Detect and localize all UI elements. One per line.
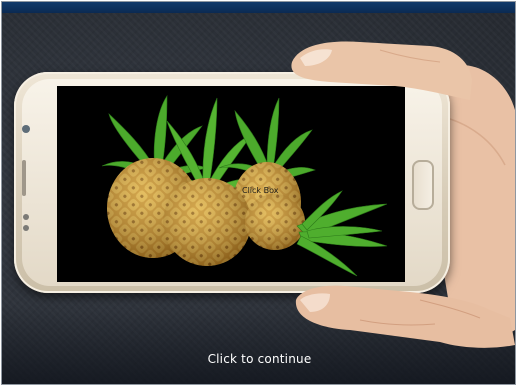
continue-button[interactable]: Click to continue xyxy=(0,352,519,366)
hand-front xyxy=(291,41,515,348)
